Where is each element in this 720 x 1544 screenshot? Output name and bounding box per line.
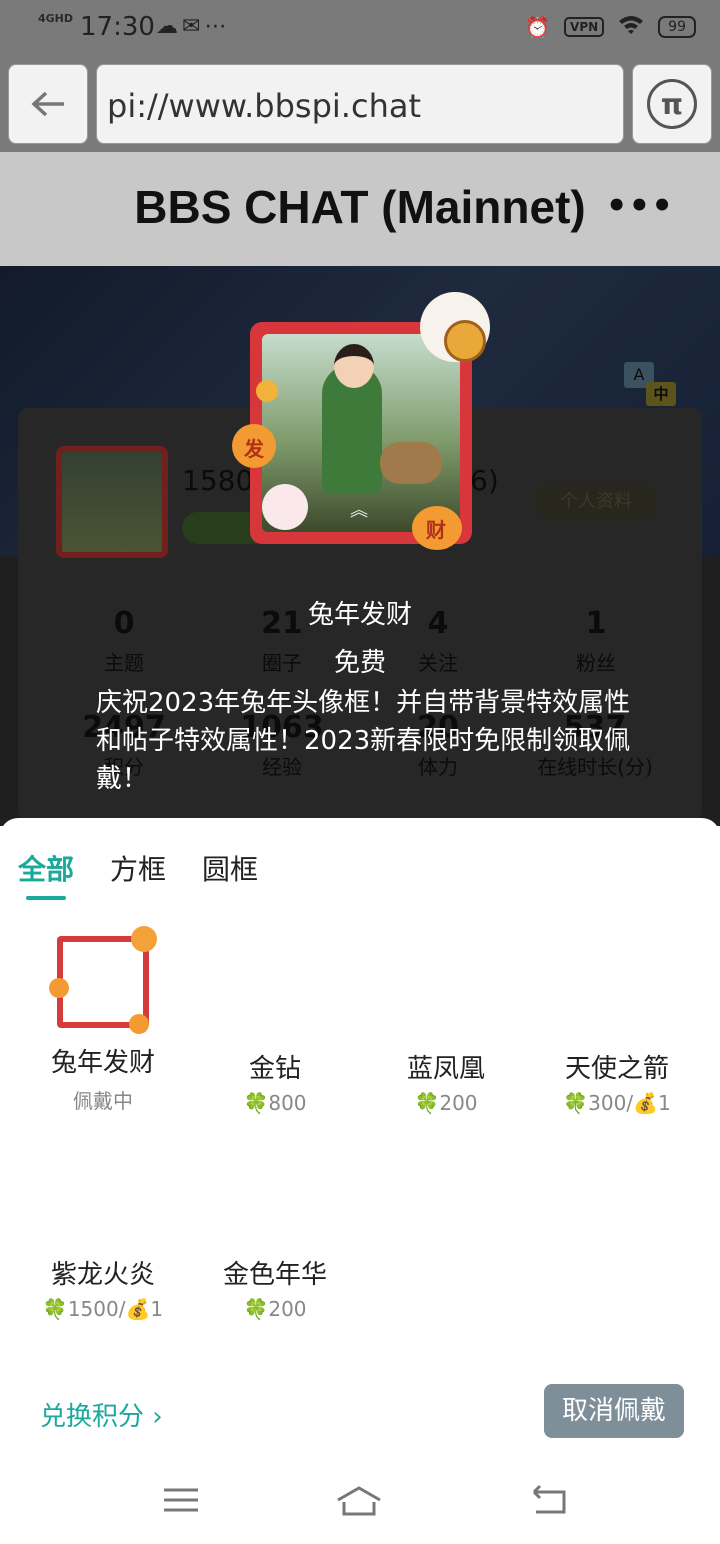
clover-icon: 🍀: [243, 1091, 269, 1115]
clover-icon: 🍀: [414, 1091, 440, 1115]
home-icon[interactable]: [334, 1480, 384, 1520]
deco-text-cai: 财: [426, 518, 446, 542]
clover-icon: 🍀: [42, 1297, 68, 1321]
flower-decoration-icon: [49, 978, 69, 998]
wifi-icon: [618, 14, 644, 39]
menu-icon[interactable]: [156, 1480, 206, 1520]
url-field[interactable]: pi://www.bbspi.chat: [96, 64, 624, 144]
network-indicator: 4GHD: [38, 12, 74, 25]
battery-indicator: 99: [658, 15, 696, 38]
flower-decoration-icon: [256, 380, 278, 402]
tab-round[interactable]: 圆框: [202, 848, 258, 888]
app-header: BBS CHAT (Mainnet) •••: [0, 152, 720, 266]
frame-price: 免费: [333, 648, 386, 678]
back-arrow-icon: [31, 91, 64, 117]
frame-name: 兔年发财: [307, 600, 412, 630]
alarm-icon: ⏰: [525, 14, 551, 39]
chevron-right-icon: ›: [152, 1402, 163, 1432]
redeem-points-link[interactable]: 兑换积分 ›: [40, 1396, 163, 1433]
clover-icon: 🍀: [243, 1297, 269, 1321]
flower-decoration-icon: [129, 1014, 149, 1034]
back-icon[interactable]: [524, 1480, 574, 1520]
money-bag-icon: 💰: [633, 1091, 658, 1115]
cloud-icon: ☁: [156, 14, 182, 39]
pi-logo-icon: π: [647, 79, 697, 129]
frame-item-rabbit[interactable]: 兔年发财 佩戴中: [18, 926, 188, 1114]
pi-browser-button[interactable]: π: [632, 64, 712, 144]
frame-item-purple-dragon[interactable]: 紫龙火炎 🍀1500/💰1: [18, 1254, 188, 1321]
tab-square[interactable]: 方框: [110, 848, 166, 888]
frame-item-gold-diamond[interactable]: 金钻 🍀800: [190, 1048, 360, 1115]
vpn-badge: VPN: [564, 16, 605, 37]
deco-text-fa: 发: [244, 437, 264, 461]
frame-description: 庆祝2023年兔年头像框！并自带背景特效属性和帖子特效属性！2023新春限时免限…: [96, 688, 631, 794]
browser-bar: pi://www.bbspi.chat π: [0, 56, 720, 152]
tab-bar: 全部 方框 圆框: [18, 848, 258, 888]
more-menu-button[interactable]: •••: [606, 186, 674, 226]
cat-decoration-icon: [131, 926, 157, 952]
tab-active-indicator: [26, 896, 66, 900]
status-bar: 4GHD 17:30 ☁✉⋯ ⏰ VPN 99: [0, 0, 720, 56]
chevron-up-icon[interactable]: ︽: [350, 496, 368, 522]
frame-item-blue-phoenix[interactable]: 蓝凤凰 🍀200: [361, 1048, 531, 1115]
message-icon: ✉: [182, 14, 205, 39]
coin-decoration-icon: [444, 320, 486, 362]
system-nav-bar: [0, 1462, 720, 1544]
bunny-decoration-icon: [262, 484, 308, 530]
clover-icon: 🍀: [563, 1091, 589, 1115]
money-bag-icon: 💰: [125, 1297, 151, 1321]
tab-all[interactable]: 全部: [18, 848, 74, 888]
status-time: 17:30: [80, 12, 155, 42]
browser-back-button[interactable]: [8, 64, 88, 144]
more-dots-icon: ⋯: [204, 14, 231, 39]
frame-item-angel-arrow[interactable]: 天使之箭 🍀300/💰1: [532, 1048, 702, 1115]
frame-item-golden-years[interactable]: 金色年华 🍀200: [190, 1254, 360, 1321]
cancel-wear-button[interactable]: 取消佩戴: [544, 1384, 684, 1438]
frame-thumbnail: [49, 926, 157, 1034]
